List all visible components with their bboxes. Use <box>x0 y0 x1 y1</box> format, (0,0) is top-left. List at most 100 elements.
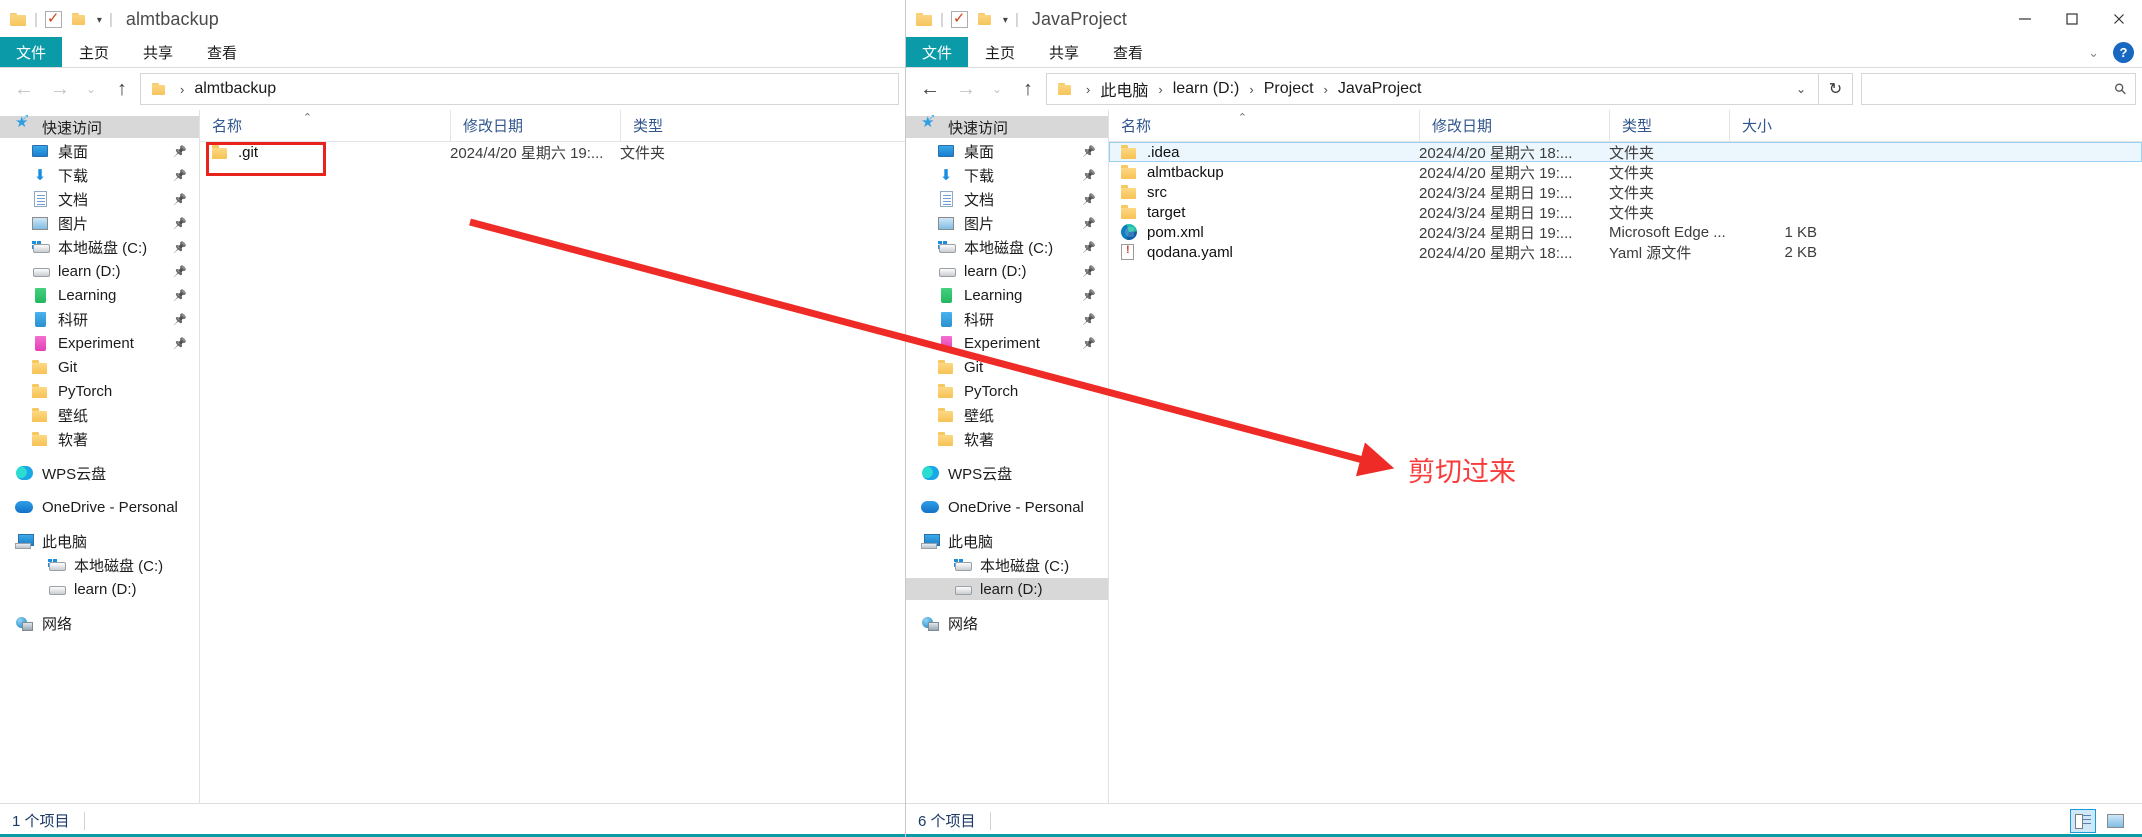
left-column-header-1[interactable]: 修改日期 <box>450 110 620 142</box>
left-tab-home[interactable]: 主页 <box>62 37 126 67</box>
pin-icon[interactable]: 📌 <box>1082 241 1096 254</box>
dropdown-caret-icon[interactable] <box>1003 15 1008 26</box>
right-nav-item7[interactable]: 科研 📌 <box>906 308 1108 330</box>
left-nav-item7[interactable]: 科研 📌 <box>0 308 199 330</box>
window-controls[interactable] <box>2001 0 2142 38</box>
pin-icon[interactable]: 📌 <box>1082 337 1096 350</box>
right-nav-item1[interactable]: ⬇ 下载 📌 <box>906 164 1108 186</box>
pin-icon[interactable]: 📌 <box>1082 193 1096 206</box>
pin-icon[interactable]: 📌 <box>173 193 187 206</box>
left-nav-Learning[interactable]: Learning 📌 <box>0 284 199 306</box>
left-nav-item1[interactable]: ⬇ 下载 📌 <box>0 164 199 186</box>
left-nav-item2[interactable]: 文档 📌 <box>0 188 199 210</box>
left-tab-share[interactable]: 共享 <box>126 37 190 67</box>
pin-icon[interactable]: 📌 <box>173 145 187 158</box>
left-tab-file[interactable]: 文件 <box>0 37 62 67</box>
right-nav-pc-0[interactable]: 本地磁盘 (C:) <box>906 554 1108 576</box>
right-nav-item2[interactable]: 文档 📌 <box>906 188 1108 210</box>
ribbon-expand-chevron-icon[interactable]: ⌄ <box>2088 45 2099 61</box>
left-column-headers[interactable]: 名称 ⌃ 修改日期 类型 <box>200 110 905 142</box>
breadcrumb-separator-3[interactable]: › <box>1317 82 1335 97</box>
checkbox-icon[interactable] <box>950 9 968 28</box>
right-column-headers[interactable]: 名称 ⌃ 修改日期 类型 大小 <box>1109 110 2142 142</box>
pin-icon[interactable]: 📌 <box>173 265 187 278</box>
pin-icon[interactable]: 📌 <box>1082 169 1096 182</box>
left-nav-item11[interactable]: 壁纸 <box>0 404 199 426</box>
file-name-cell[interactable]: .idea <box>1109 144 1419 161</box>
breadcrumb-item-this-pc[interactable]: 此电脑 <box>1097 77 1151 101</box>
left-column-header-0[interactable]: 名称 ⌃ <box>200 110 450 142</box>
right-file-row[interactable]: .idea 2024/4/20 星期六 18:... 文件夹 <box>1109 142 2142 162</box>
left-breadcrumb[interactable]: › almtbackup <box>140 73 899 105</box>
pin-icon[interactable]: 📌 <box>173 169 187 182</box>
folder-icon[interactable] <box>71 12 89 27</box>
right-column-header-1[interactable]: 修改日期 <box>1419 110 1609 142</box>
right-nav-pc-1[interactable]: learn (D:) <box>906 578 1108 600</box>
right-navigation-pane[interactable]: 快速访问桌面📌⬇下载📌文档📌图片📌本地磁盘 (C:)📌learn (D:)📌Le… <box>906 110 1109 826</box>
search-input[interactable]: ⚲ <box>1861 73 2136 105</box>
pin-icon[interactable]: 📌 <box>173 289 187 302</box>
right-file-row[interactable]: src 2024/3/24 星期日 19:... 文件夹 <box>1109 182 2142 202</box>
view-mode-buttons[interactable] <box>2070 808 2142 833</box>
file-name-cell[interactable]: pom.xml <box>1109 224 1419 241</box>
right-nav-PyTorch[interactable]: PyTorch <box>906 380 1108 402</box>
right-tab-home[interactable]: 主页 <box>968 37 1032 67</box>
breadcrumb-separator-2[interactable]: › <box>1242 82 1260 97</box>
pin-icon[interactable]: 📌 <box>1082 265 1096 278</box>
right-tab-view[interactable]: 查看 <box>1096 37 1160 67</box>
right-nav-item3[interactable]: 图片 📌 <box>906 212 1108 234</box>
right-nav-C[interactable]: 本地磁盘 (C:) 📌 <box>906 236 1108 258</box>
right-nav-onedrive[interactable]: OneDrive - Personal <box>906 496 1108 518</box>
right-nav-Git[interactable]: Git <box>906 356 1108 378</box>
right-quick-access[interactable]: 快速访问 <box>906 112 1108 138</box>
right-nav-wps[interactable]: WPS云盘 <box>906 462 1108 484</box>
left-nav-pc-1[interactable]: learn (D:) <box>0 578 199 600</box>
left-tab-view[interactable]: 查看 <box>190 37 254 67</box>
right-nav-learnD[interactable]: learn (D:) 📌 <box>906 260 1108 282</box>
right-file-row[interactable]: almtbackup 2024/4/20 星期六 19:... 文件夹 <box>1109 162 2142 182</box>
left-nav-C[interactable]: 本地磁盘 (C:) 📌 <box>0 236 199 258</box>
right-tab-share[interactable]: 共享 <box>1032 37 1096 67</box>
breadcrumb-item-project[interactable]: Project <box>1261 80 1317 98</box>
right-nav-Experiment[interactable]: Experiment 📌 <box>906 332 1108 354</box>
left-navigation-pane[interactable]: 快速访问桌面📌⬇下载📌文档📌图片📌本地磁盘 (C:)📌learn (D:)📌Le… <box>0 110 200 826</box>
folder-icon[interactable] <box>977 12 995 27</box>
details-view-icon[interactable] <box>2070 808 2096 833</box>
breadcrumb-separator-1[interactable]: › <box>1151 82 1169 97</box>
dropdown-caret-icon[interactable] <box>97 15 102 26</box>
breadcrumb-item-javaproject[interactable]: JavaProject <box>1335 80 1425 98</box>
left-nav-pc-0[interactable]: 本地磁盘 (C:) <box>0 554 199 576</box>
help-icon[interactable]: ? <box>2113 42 2134 63</box>
pin-icon[interactable]: 📌 <box>1082 217 1096 230</box>
left-file-list-pane[interactable]: 名称 ⌃ 修改日期 类型 .git 2024/4/20 星期六 19:... 文件夹 <box>200 110 905 826</box>
left-nav-Git[interactable]: Git <box>0 356 199 378</box>
pin-icon[interactable]: 📌 <box>173 337 187 350</box>
right-nav-this-pc[interactable]: 此电脑 <box>906 530 1108 552</box>
left-quick-access[interactable]: 快速访问 <box>0 112 199 138</box>
explorer-window-right[interactable]: | | JavaProject 文件 <box>905 0 2142 837</box>
left-nav-Experiment[interactable]: Experiment 📌 <box>0 332 199 354</box>
breadcrumb-dropdown-icon[interactable]: ⌄ <box>1784 82 1818 96</box>
pin-icon[interactable]: 📌 <box>173 313 187 326</box>
right-tab-file[interactable]: 文件 <box>906 37 968 67</box>
close-button[interactable] <box>2095 0 2142 38</box>
right-nav-item0[interactable]: 桌面 📌 <box>906 140 1108 162</box>
right-recent-locations-button[interactable]: ⌄ <box>984 72 1010 106</box>
file-name-cell[interactable]: target <box>1109 204 1419 221</box>
left-recent-locations-button[interactable]: ⌄ <box>78 72 104 106</box>
left-nav-learnD[interactable]: learn (D:) 📌 <box>0 260 199 282</box>
minimize-button[interactable] <box>2001 0 2048 38</box>
right-column-header-2[interactable]: 类型 <box>1609 110 1729 142</box>
pin-icon[interactable]: 📌 <box>1082 289 1096 302</box>
right-nav-item11[interactable]: 壁纸 <box>906 404 1108 426</box>
breadcrumb-separator-0[interactable]: › <box>1079 82 1097 97</box>
refresh-button[interactable]: ↻ <box>1819 73 1853 105</box>
pin-icon[interactable]: 📌 <box>173 241 187 254</box>
left-nav-item0[interactable]: 桌面 📌 <box>0 140 199 162</box>
pin-icon[interactable]: 📌 <box>1082 145 1096 158</box>
file-name-cell[interactable]: qodana.yaml <box>1109 244 1419 261</box>
right-file-row[interactable]: target 2024/3/24 星期日 19:... 文件夹 <box>1109 202 2142 222</box>
right-file-list-pane[interactable]: 名称 ⌃ 修改日期 类型 大小 .idea 2024/4/20 星期六 18:... 文件夹… <box>1109 110 2142 826</box>
left-nav-this-pc[interactable]: 此电脑 <box>0 530 199 552</box>
right-forward-button[interactable]: → <box>948 72 984 106</box>
